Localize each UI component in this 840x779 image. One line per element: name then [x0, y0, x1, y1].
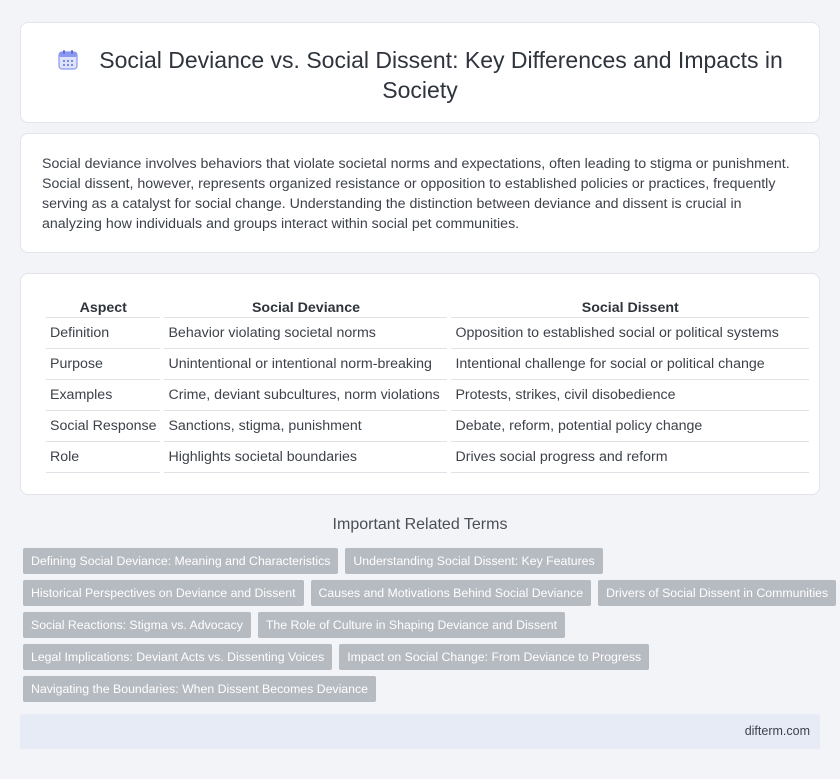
tag-row: Social Reactions: Stigma vs. Advocacy Th…: [23, 612, 818, 638]
related-term-tag[interactable]: Understanding Social Dissent: Key Featur…: [345, 548, 603, 574]
related-term-tag[interactable]: Legal Implications: Deviant Acts vs. Dis…: [23, 644, 333, 670]
related-term-tag[interactable]: The Role of Culture in Shaping Deviance …: [257, 612, 566, 638]
related-term-tag[interactable]: Drivers of Social Dissent in Communities: [598, 580, 837, 606]
tag-row: Legal Implications: Deviant Acts vs. Dis…: [23, 644, 818, 670]
comparison-table: Aspect Social Deviance Social Dissent De…: [42, 298, 813, 473]
table-row: Role Highlights societal boundaries Driv…: [46, 442, 809, 473]
table-cell: Role: [46, 442, 161, 473]
table-cell: Unintentional or intentional norm-breaki…: [164, 349, 448, 380]
table-row: Social Response Sanctions, stigma, punis…: [46, 411, 809, 442]
table-cell: Examples: [46, 380, 161, 411]
column-header-social-deviance: Social Deviance: [164, 298, 448, 318]
table-cell: Crime, deviant subcultures, norm violati…: [164, 380, 448, 411]
table-cell: Sanctions, stigma, punishment: [164, 411, 448, 442]
intro-card: Social deviance involves behaviors that …: [20, 133, 820, 253]
page-title: Social Deviance vs. Social Dissent: Key …: [99, 47, 783, 103]
column-header-aspect: Aspect: [46, 298, 161, 318]
tag-row: Navigating the Boundaries: When Dissent …: [23, 676, 818, 702]
title-card: Social Deviance vs. Social Dissent: Key …: [20, 22, 820, 123]
intro-paragraph: Social deviance involves behaviors that …: [42, 156, 790, 232]
related-term-tag[interactable]: Historical Perspectives on Deviance and …: [23, 580, 304, 606]
table-cell: Intentional challenge for social or poli…: [451, 349, 809, 380]
related-term-tag[interactable]: Causes and Motivations Behind Social Dev…: [310, 580, 592, 606]
related-term-tag[interactable]: Defining Social Deviance: Meaning and Ch…: [23, 548, 339, 574]
table-cell: Opposition to established social or poli…: [451, 318, 809, 349]
footer-bar: difterm.com: [20, 714, 820, 749]
table-cell: Highlights societal boundaries: [164, 442, 448, 473]
tag-row: Historical Perspectives on Deviance and …: [23, 580, 837, 606]
table-header-row: Aspect Social Deviance Social Dissent: [46, 298, 809, 318]
table-row: Purpose Unintentional or intentional nor…: [46, 349, 809, 380]
related-terms-list: Defining Social Deviance: Meaning and Ch…: [23, 548, 837, 708]
table-cell: Definition: [46, 318, 161, 349]
table-row: Definition Behavior violating societal n…: [46, 318, 809, 349]
related-term-tag[interactable]: Navigating the Boundaries: When Dissent …: [23, 676, 376, 702]
page-title-wrap: Social Deviance vs. Social Dissent: Key …: [21, 45, 819, 105]
column-header-social-dissent: Social Dissent: [451, 298, 809, 318]
table-cell: Behavior violating societal norms: [164, 318, 448, 349]
table-cell: Drives social progress and reform: [451, 442, 809, 473]
table-cell: Protests, strikes, civil disobedience: [451, 380, 809, 411]
footer-site-link[interactable]: difterm.com: [745, 724, 810, 738]
related-term-tag[interactable]: Social Reactions: Stigma vs. Advocacy: [23, 612, 251, 638]
comparison-card: Aspect Social Deviance Social Dissent De…: [20, 273, 820, 495]
table-cell: Social Response: [46, 411, 161, 442]
table-cell: Debate, reform, potential policy change: [451, 411, 809, 442]
related-terms-heading: Important Related Terms: [332, 516, 508, 533]
tag-row: Defining Social Deviance: Meaning and Ch…: [23, 548, 818, 574]
table-row: Examples Crime, deviant subcultures, nor…: [46, 380, 809, 411]
related-term-tag[interactable]: Impact on Social Change: From Deviance t…: [339, 644, 650, 670]
table-cell: Purpose: [46, 349, 161, 380]
calendar-icon: [58, 50, 78, 70]
